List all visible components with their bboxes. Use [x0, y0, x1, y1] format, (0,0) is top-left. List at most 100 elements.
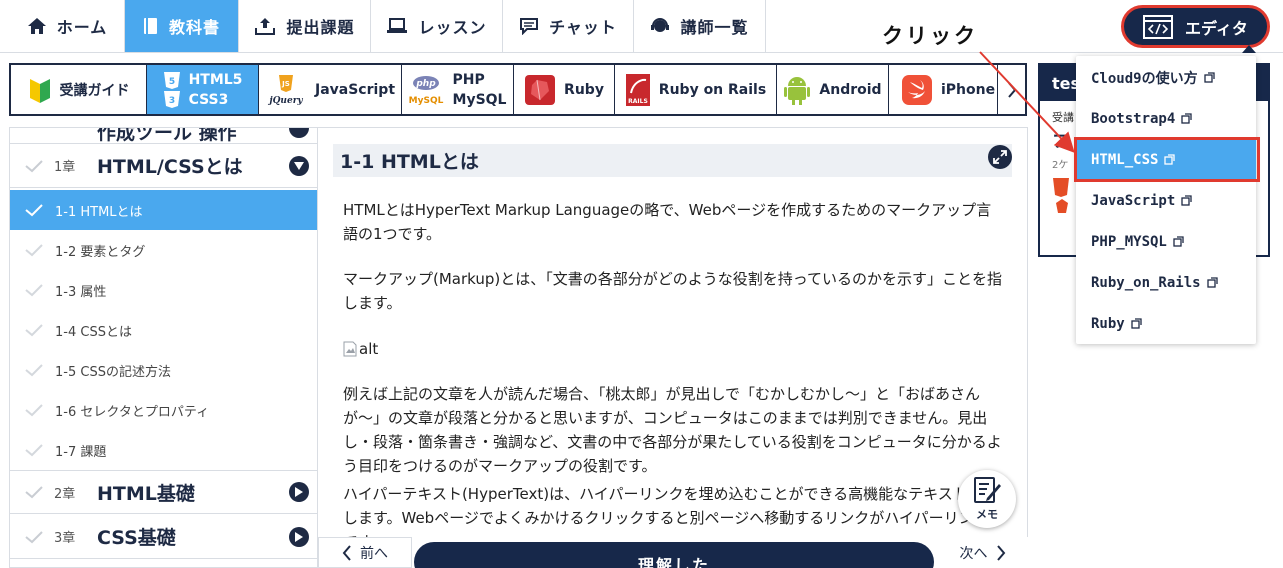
lesson-label: 1-3 属性: [55, 284, 107, 300]
check-icon: [25, 530, 43, 543]
check-icon: [25, 204, 43, 217]
course-html-css-label: HTML5 CSS3: [189, 70, 243, 110]
expand-button[interactable]: [988, 145, 1012, 169]
chapter-partial-title: 作成ツール 操作: [97, 127, 237, 144]
nav-home[interactable]: ホーム: [10, 0, 125, 52]
course-iphone[interactable]: iPhone: [889, 65, 1009, 114]
course-rails[interactable]: RAILS Ruby on Rails: [615, 65, 777, 114]
editor-button[interactable]: エディタ: [1121, 5, 1270, 53]
lesson-label: 1-5 CSSの記述方法: [55, 364, 171, 380]
nav-instructors[interactable]: 講師一覧: [634, 0, 766, 52]
lesson-1-4[interactable]: 1-4 CSSとは: [10, 310, 317, 350]
course-ruby-label: Ruby: [564, 81, 604, 98]
home-icon: [27, 18, 46, 34]
prev-label: 前へ: [360, 545, 388, 562]
course-javascript[interactable]: JS jQuery JavaScript: [259, 65, 402, 114]
chapter-1[interactable]: 1章 HTML/CSSとは: [10, 144, 317, 188]
dropdown-item-php-mysql[interactable]: PHP_MYSQL: [1076, 221, 1256, 262]
nav-chat[interactable]: チャット: [503, 0, 634, 52]
course-mysql-label: MySQL: [452, 91, 507, 108]
understood-label: 理解した: [637, 556, 710, 568]
course-html-label: HTML5: [188, 71, 243, 88]
course-php-mysql[interactable]: php MySQL PHP MySQL: [402, 65, 514, 114]
nav-textbook[interactable]: 教科書: [125, 0, 239, 52]
check-icon: [25, 244, 43, 257]
course-guide[interactable]: 受講ガイド: [11, 65, 147, 114]
paragraph: マークアップ(Markup)とは、「文書の各部分がどのような役割を持っているのか…: [343, 270, 1003, 312]
course-css-label: CSS3: [188, 91, 229, 108]
check-icon: [25, 324, 43, 337]
course-android-label: Android: [819, 81, 882, 98]
mysql-icon-text: MySQL: [409, 96, 444, 106]
lesson-1-3[interactable]: 1-3 属性: [10, 270, 317, 310]
lesson-1-1[interactable]: 1-1 HTMLとは: [10, 190, 317, 230]
next-button[interactable]: 次へ: [937, 537, 1028, 568]
chapter-2-toggle[interactable]: [289, 482, 309, 502]
external-link-icon: [1203, 72, 1215, 83]
chapter-partial[interactable]: 作成ツール 操作: [10, 127, 317, 144]
chapter-1-title: HTML/CSSとは: [97, 156, 243, 178]
nav-assignments[interactable]: 提出課題: [239, 0, 371, 52]
top-nav: ホーム 教科書 提出課題 レッスン チャット 講師一覧 エディタ: [0, 0, 1283, 53]
chevron-right-icon: [1007, 81, 1016, 98]
course-iphone-label: iPhone: [941, 81, 996, 98]
dropdown-item-ruby-on-rails[interactable]: Ruby_on_Rails: [1076, 262, 1256, 303]
rails-icon: RAILS: [625, 73, 650, 106]
course-php-label: PHP: [452, 71, 485, 88]
course-ruby[interactable]: Ruby: [514, 65, 615, 114]
dropdown-item-ruby[interactable]: Ruby: [1076, 303, 1256, 344]
chapter-3[interactable]: 3章 CSS基礎: [10, 515, 317, 559]
svg-text:3: 3: [168, 96, 174, 106]
memo-button[interactable]: メモ: [958, 470, 1016, 528]
annotation-highlight-box: [1074, 137, 1260, 182]
editor-dropdown: Cloud9の使い方 Bootstrap4 HTML_CSS JavaScrip…: [1076, 56, 1256, 344]
external-link-icon: [1173, 236, 1184, 247]
check-icon: [25, 364, 43, 377]
chapter-3-toggle[interactable]: [289, 526, 309, 547]
laptop-icon: [387, 18, 408, 33]
check-icon: [25, 404, 43, 417]
chapter-1-toggle[interactable]: [289, 155, 309, 176]
chapter-partial-toggle[interactable]: [289, 128, 309, 138]
dropdown-item-label: Cloud9の使い方: [1091, 70, 1198, 87]
chapter-2-num: 2章: [54, 486, 76, 502]
expand-icon: [993, 150, 1007, 164]
course-html-css[interactable]: 53 HTML5 CSS3: [147, 65, 259, 114]
lesson-label: 1-6 セレクタとプロパティ: [55, 404, 210, 420]
code-icon: [1143, 14, 1174, 39]
dropdown-item-cloud9[interactable]: Cloud9の使い方: [1076, 57, 1256, 98]
course-android[interactable]: Android: [777, 65, 889, 114]
memo-label: メモ: [976, 508, 998, 521]
lesson-1-2[interactable]: 1-2 要素とタグ: [10, 230, 317, 270]
chapter-2[interactable]: 2章 HTML基礎: [10, 470, 317, 514]
lesson-label: 1-1 HTMLとは: [55, 204, 143, 220]
rails-icon-text: RAILS: [628, 98, 648, 105]
lesson-1-5[interactable]: 1-5 CSSの記述方法: [10, 350, 317, 390]
nav-lessons[interactable]: レッスン: [371, 0, 503, 52]
dropdown-item-javascript[interactable]: JavaScript: [1076, 180, 1256, 221]
lesson-title: 1-1 HTMLとは: [340, 151, 479, 173]
dropdown-item-label: Bootstrap4: [1091, 110, 1176, 127]
lesson-1-7[interactable]: 1-7 課題: [10, 430, 317, 470]
course-javascript-label: JavaScript: [314, 81, 396, 98]
course-strip-next-arrow[interactable]: [997, 65, 1025, 114]
dropdown-item-label: Ruby_on_Rails: [1091, 274, 1201, 291]
check-icon: [25, 159, 43, 172]
beginner-mark-icon: [29, 78, 50, 103]
php-mysql-icon: php MySQL: [409, 75, 444, 106]
understood-button[interactable]: 理解した: [414, 542, 934, 568]
swift-icon: [902, 74, 932, 105]
check-icon: [25, 486, 43, 499]
prev-button[interactable]: 前へ: [318, 537, 412, 568]
chevron-left-icon: [342, 544, 351, 561]
lesson-content: 1-1 HTMLとは HTMLとはHyperText Markup Langua…: [318, 127, 1028, 568]
triangle-right-icon: [295, 487, 303, 497]
chapter-2-title: HTML基礎: [97, 482, 195, 505]
lesson-1-6[interactable]: 1-6 セレクタとプロパティ: [10, 390, 317, 430]
html5-css3-icon: 53: [163, 71, 180, 108]
ruby-gem-icon: [525, 74, 556, 105]
book-icon: [143, 18, 157, 34]
triangle-down-icon: [294, 161, 304, 170]
dropdown-item-bootstrap4[interactable]: Bootstrap4: [1076, 98, 1256, 139]
dropdown-item-label: Ruby: [1091, 315, 1125, 332]
